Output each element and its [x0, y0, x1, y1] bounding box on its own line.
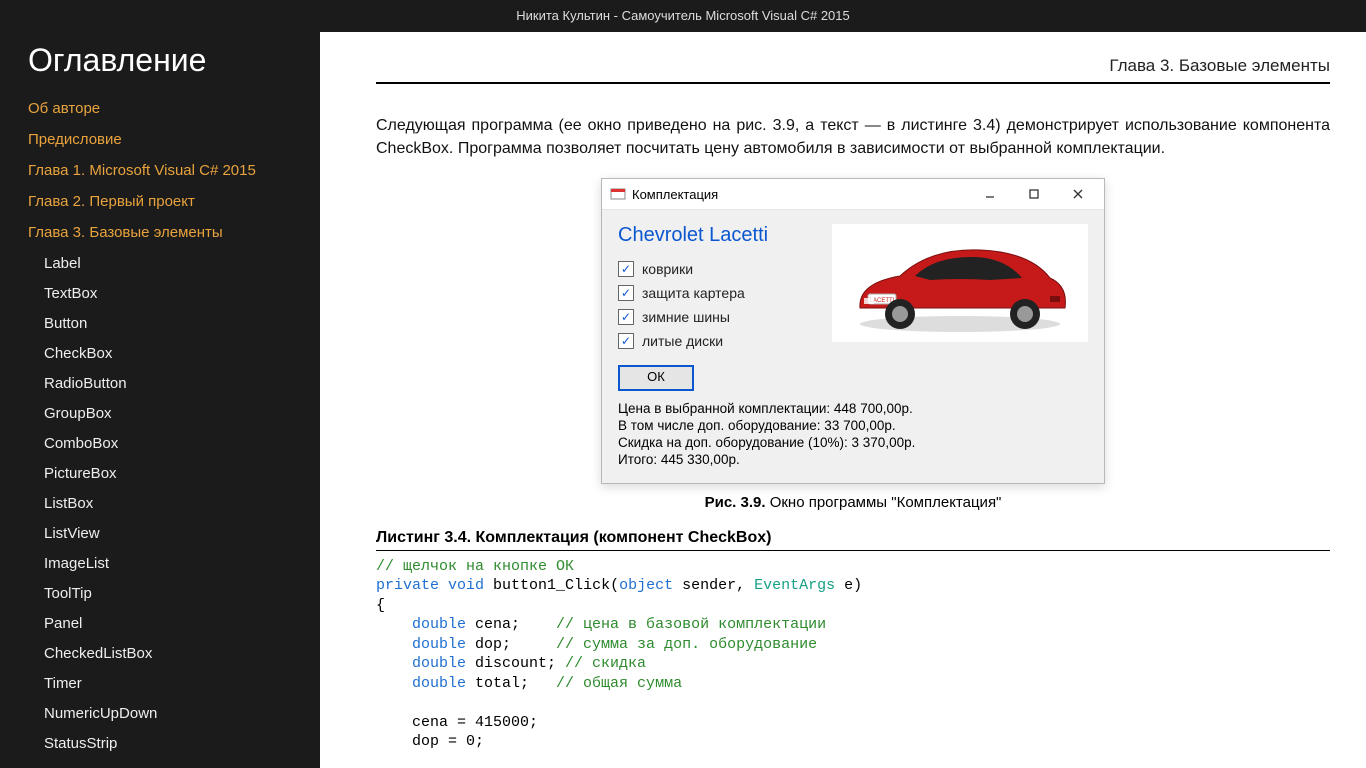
example-window: Комплектация Chevrolet Lacetti ✓ ков — [601, 178, 1105, 484]
code-listing: // щелчок на кнопке ОК private void butt… — [376, 557, 1330, 752]
toc-sub-button[interactable]: Button — [28, 308, 320, 338]
toc-sub-listview[interactable]: ListView — [28, 518, 320, 548]
maximize-icon[interactable] — [1012, 179, 1056, 209]
toc-chapter-1[interactable]: Глава 1. Microsoft Visual C# 2015 — [28, 155, 320, 186]
toc-sub-picturebox[interactable]: PictureBox — [28, 458, 320, 488]
price-info: Цена в выбранной комплектации: 448 700,0… — [602, 397, 1104, 483]
body-paragraph: Следующая программа (ее окно приведено н… — [376, 114, 1330, 160]
checkbox-icon: ✓ — [618, 309, 634, 325]
example-window-title: Комплектация — [632, 187, 718, 202]
toc-sub-tooltip[interactable]: ToolTip — [28, 578, 320, 608]
ok-button[interactable]: ОК — [618, 365, 694, 391]
table-of-contents: Оглавление Об авторе Предисловие Глава 1… — [0, 32, 320, 768]
toc-heading: Оглавление — [28, 42, 320, 79]
toc-sub-listbox[interactable]: ListBox — [28, 488, 320, 518]
checkbox-label: литые диски — [642, 333, 723, 349]
close-icon[interactable] — [1056, 179, 1100, 209]
form-icon — [610, 186, 626, 202]
toc-sub-imagelist[interactable]: ImageList — [28, 548, 320, 578]
toc-sub-checkedlistbox[interactable]: CheckedListBox — [28, 638, 320, 668]
toc-chapter-about-author[interactable]: Об авторе — [28, 93, 320, 124]
toc-chapter-2[interactable]: Глава 2. Первый проект — [28, 186, 320, 217]
checkbox-row[interactable]: ✓ зимние шины — [618, 305, 818, 329]
toc-sub-panel[interactable]: Panel — [28, 608, 320, 638]
toc-sub-groupbox[interactable]: GroupBox — [28, 398, 320, 428]
car-image: LACETTI — [832, 224, 1088, 342]
toc-sub-timer[interactable]: Timer — [28, 668, 320, 698]
toc-sub-radiobutton[interactable]: RadioButton — [28, 368, 320, 398]
toc-chapter-preface[interactable]: Предисловие — [28, 124, 320, 155]
checkbox-label: коврики — [642, 261, 693, 277]
info-line: Итого: 445 330,00р. — [618, 452, 1088, 469]
info-line: Цена в выбранной комплектации: 448 700,0… — [618, 401, 1088, 418]
example-window-titlebar: Комплектация — [602, 179, 1104, 210]
toc-sub-statusstrip[interactable]: StatusStrip — [28, 728, 320, 758]
toc-chapter-3[interactable]: Глава 3. Базовые элементы — [28, 217, 320, 248]
checkbox-label: зимние шины — [642, 309, 730, 325]
car-name-label: Chevrolet Lacetti — [618, 224, 818, 247]
minimize-icon[interactable] — [968, 179, 1012, 209]
page-content: Глава 3. Базовые элементы Следующая прог… — [320, 32, 1366, 768]
toc-sub-textbox[interactable]: TextBox — [28, 278, 320, 308]
checkbox-row[interactable]: ✓ литые диски — [618, 329, 818, 353]
checkbox-icon: ✓ — [618, 261, 634, 277]
window-title: Никита Культин - Самоучитель Microsoft V… — [0, 0, 1366, 32]
toc-sub-numericupdown[interactable]: NumericUpDown — [28, 698, 320, 728]
checkbox-row[interactable]: ✓ защита картера — [618, 281, 818, 305]
checkbox-icon: ✓ — [618, 333, 634, 349]
toc-sub-checkbox[interactable]: CheckBox — [28, 338, 320, 368]
chapter-header: Глава 3. Базовые элементы — [376, 56, 1330, 84]
info-line: В том числе доп. оборудование: 33 700,00… — [618, 418, 1088, 435]
toc-sub-label[interactable]: Label — [28, 248, 320, 278]
figure-caption: Рис. 3.9. Окно программы "Комплектация" — [376, 494, 1330, 511]
checkbox-row[interactable]: ✓ коврики — [618, 257, 818, 281]
toc-sub-combobox[interactable]: ComboBox — [28, 428, 320, 458]
info-line: Скидка на доп. оборудование (10%): 3 370… — [618, 435, 1088, 452]
listing-title: Листинг 3.4. Комплектация (компонент Che… — [376, 529, 1330, 551]
checkbox-label: защита картера — [642, 285, 745, 301]
checkbox-icon: ✓ — [618, 285, 634, 301]
